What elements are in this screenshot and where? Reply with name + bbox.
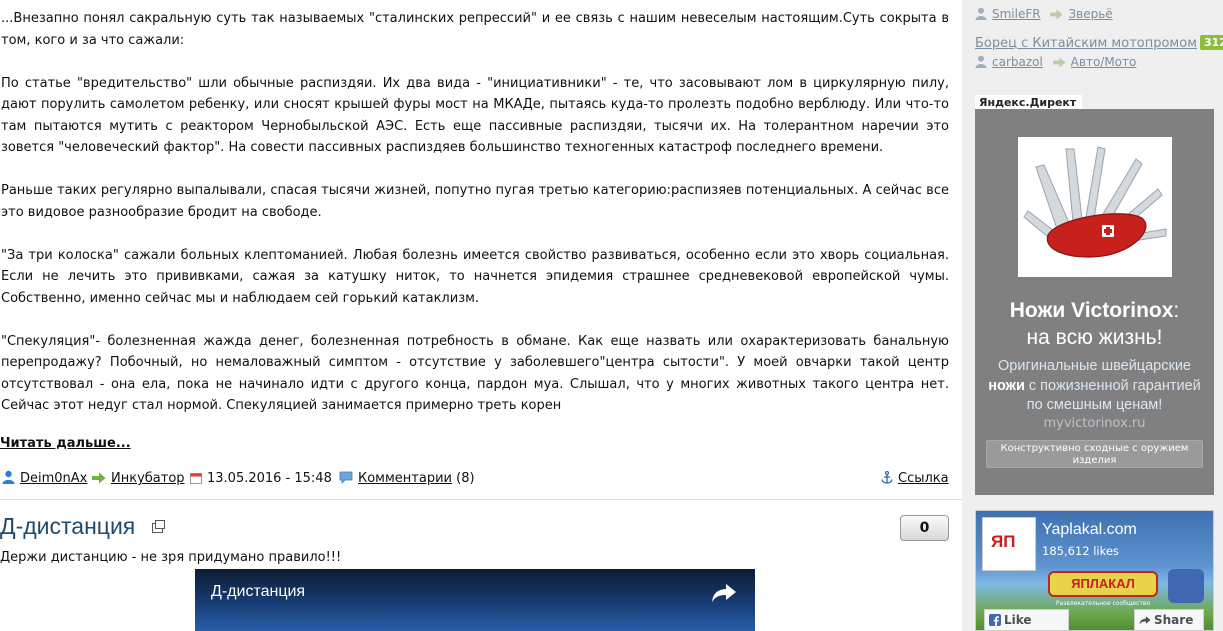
comments-count: (8) [456,471,475,486]
share-button[interactable]: Share [1134,609,1204,630]
share-label: Share [1154,613,1194,627]
ad-desc-bold: ножи [988,377,1025,394]
swiss-knife-image [1018,137,1172,277]
facebook-likes-count: 185,612 likes [1042,544,1119,558]
post-date: 13.05.2016 - 15:48 [207,471,332,486]
ad-desc-part1: Оригинальные швейцарские [998,358,1191,374]
user-icon [975,7,987,20]
arrow-right-icon [92,472,106,484]
post-divider [0,499,962,500]
post-body: ...Внезапно понял сакральную суть так на… [1,8,949,417]
share-arrow-icon[interactable] [711,583,737,603]
ad-title-line2: на всю жизнь! [1026,326,1163,349]
page-logo-text: ЯП [991,532,1016,551]
facebook-page-widget[interactable]: ЯП Yaplakal.com 185,612 likes ЯПЛАКАЛ Ра… [975,510,1214,631]
like-page-button[interactable]: Like Page [984,609,1069,630]
user-icon [2,470,15,484]
post-title[interactable]: Д-дистанция [0,513,135,540]
comments-block: Комментарии (8) [339,470,475,488]
cover-slogan: Развлекательное сообщество [1055,600,1151,607]
sidebar-category-link[interactable]: Авто/Мото [1071,55,1137,69]
topic-count-badge: 312 [1200,35,1223,50]
post-paragraph: "За три колоска" сажали больных клептома… [1,247,949,306]
category-link[interactable]: Инкубатор [111,471,185,486]
sidebar-topic-meta: carbazol Авто/Мото [975,55,1136,69]
post-paragraph: По статье "вредительство" шли обычные ра… [1,75,949,156]
arrow-right-icon [1052,57,1066,68]
ad-warning-label: Конструктивно сходные с оружием изделия [986,440,1203,468]
anchor-icon [881,471,893,484]
yandex-direct-label: Яндекс.Директ [975,95,1083,110]
ad-title-colon: : [1173,299,1180,322]
video-player[interactable]: Д-дистанция [195,569,755,631]
sidebar-topic-link[interactable]: Борец с Китайским мотопромом [975,36,1197,51]
open-new-window-icon[interactable] [152,520,165,533]
post-paragraph: ...Внезапно понял сакральную суть так на… [1,11,949,48]
share-icon [1139,616,1151,625]
post-meta-bar: Deim0nAx Инкубатор 13.05.2016 - 15:48 Ко… [0,470,950,490]
author-block: Deim0nAx [2,470,87,488]
sidebar-category-link[interactable]: Зверьё [1068,7,1112,21]
facebook-icon [989,614,1001,626]
post-text: Держи дистанцию - не зря придумано прави… [0,550,342,565]
video-title[interactable]: Д-дистанция [211,583,305,601]
ad-description: Оригинальные швейцарские ножи с пожизнен… [985,357,1204,416]
calendar-icon [190,473,202,484]
ad-block[interactable]: Ножи Victorinox: на всю жизнь! Оригиналь… [975,109,1214,495]
page-logo[interactable]: ЯП [982,517,1036,571]
ad-title-brand: Ножи Victorinox [1009,299,1174,322]
comment-icon [339,471,353,484]
arrow-right-icon [1050,9,1063,20]
sidebar-user-link[interactable]: carbazol [992,55,1043,69]
facebook-page-name[interactable]: Yaplakal.com [1042,521,1137,539]
ad-domain[interactable]: myvictorinox.ru [975,416,1214,431]
date-block: 13.05.2016 - 15:48 [190,470,332,488]
sidebar-topic-meta: SmileFR Зверьё [975,7,1113,21]
user-icon [975,55,987,68]
ad-desc-part2: с пожизненной гаран­тией по смешным цена… [1026,377,1201,414]
post-paragraph: Раньше таких регулярно выпалывали, спаса… [1,183,949,220]
main-column: ...Внезапно понял сакральную суть так на… [0,0,962,631]
cover-banner-text: ЯПЛАКАЛ [1048,571,1158,597]
author-link[interactable]: Deim0nAx [20,471,87,486]
comments-link[interactable]: Комментарии [358,471,452,486]
permalink-link[interactable]: Ссылка [898,471,949,486]
rating-button[interactable]: 0 [900,515,949,541]
permalink-block: Ссылка [881,470,949,488]
read-more-link[interactable]: Читать дальше... [0,436,131,451]
category-block: Инкубатор [92,470,185,488]
thumbs-up-icon [1168,569,1204,603]
sidebar-topic: Борец с Китайским мотопромом312 [975,35,1223,51]
sidebar-user-link[interactable]: SmileFR [992,7,1041,21]
ad-title[interactable]: Ножи Victorinox: на всю жизнь! [975,297,1214,351]
post-paragraph: "Спекуляция"- болезненная жажда денег, б… [1,333,949,414]
